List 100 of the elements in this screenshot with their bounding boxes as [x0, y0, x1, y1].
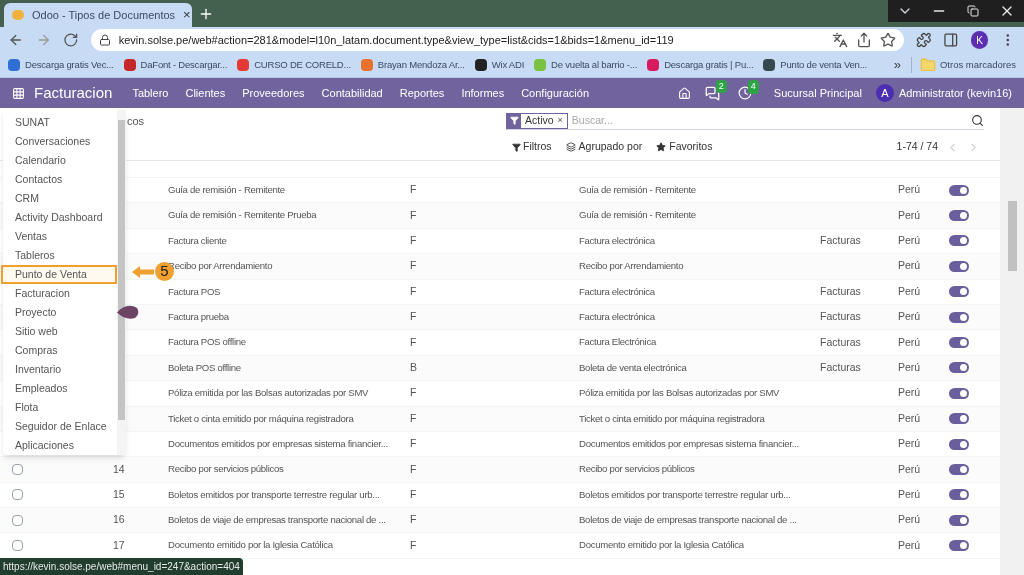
active-toggle[interactable] [949, 210, 969, 222]
app-menu-item[interactable]: Punto de Venta [1, 265, 117, 285]
filters-button[interactable]: Filtros [512, 139, 552, 155]
row-checkbox[interactable] [12, 464, 23, 475]
share-icon[interactable] [855, 32, 872, 48]
row-checkbox[interactable] [12, 540, 23, 552]
apps-menu-icon[interactable] [12, 86, 25, 100]
bookmark-star-icon[interactable] [879, 32, 896, 48]
table-cell: Perú [898, 234, 921, 247]
row-checkbox[interactable] [12, 489, 23, 501]
bookmark[interactable]: Descarga gratis | Pu... [647, 57, 754, 73]
dropdown-scrollbar[interactable] [117, 110, 126, 455]
table-cell: F [410, 310, 417, 323]
active-toggle[interactable] [949, 540, 969, 552]
bookmark[interactable]: De vuelta al barrio -... [534, 57, 638, 73]
app-menu-item[interactable]: Proyecto [3, 303, 117, 323]
search-field[interactable]: Activo × Buscar... [506, 112, 984, 130]
restore-icon[interactable] [967, 5, 979, 17]
reload-icon[interactable] [63, 32, 79, 48]
user-menu[interactable]: Administrator (kevin16) [898, 84, 1012, 102]
group-by-button[interactable]: Agrupado por [565, 139, 643, 155]
bookmark[interactable]: Brayan Mendoza Ar... [360, 57, 465, 73]
table-cell: Perú [898, 183, 921, 196]
navbar-menu-item[interactable]: Proveedores [242, 84, 305, 102]
browser-tab[interactable]: Odoo - Tipos de Documentos × [4, 3, 192, 27]
other-bookmarks-link[interactable]: Otros marcadores [939, 57, 1016, 73]
search-input[interactable]: Buscar... [571, 112, 967, 129]
table-cell: Boleta de venta electrónica [579, 361, 687, 373]
back-icon[interactable] [8, 32, 24, 48]
navbar-menu-item[interactable]: Tablero [132, 84, 169, 102]
app-menu-item[interactable]: Activity Dashboard [3, 208, 117, 227]
activities-icon[interactable] [737, 86, 752, 100]
active-toggle[interactable] [949, 286, 969, 298]
active-toggle[interactable] [949, 362, 969, 374]
table-cell: Perú [898, 437, 921, 450]
app-menu-item[interactable]: Inventario [3, 360, 117, 380]
bookmark[interactable]: Punto de venta Ven... [763, 57, 867, 73]
lock-icon [98, 34, 111, 46]
active-toggle[interactable] [949, 413, 969, 425]
app-menu-item[interactable]: Aplicaciones [3, 436, 117, 456]
row-checkbox[interactable] [12, 514, 23, 526]
table-cell: F [410, 462, 417, 475]
home-icon[interactable] [677, 86, 691, 100]
app-menu-item[interactable]: Calendario [3, 151, 117, 170]
search-icon[interactable] [971, 114, 984, 127]
table-cell: Boletos de viaje de empresas transporte nacional de ... [168, 514, 386, 526]
table-cell: Facturas [820, 284, 861, 297]
bookmark[interactable]: Descarga gratis Vec... [8, 57, 114, 73]
new-tab-icon[interactable] [198, 6, 214, 22]
bookmark[interactable]: DaFont - Descargar... [123, 57, 228, 73]
facet-remove-button[interactable]: × [557, 113, 567, 128]
extensions-icon[interactable] [915, 32, 932, 48]
app-menu-item[interactable]: Empleados [3, 379, 117, 399]
breadcrumb[interactable]: cos [127, 112, 506, 130]
app-menu-item[interactable]: Facturacion [3, 284, 117, 304]
active-toggle[interactable] [949, 489, 969, 501]
active-toggle[interactable] [949, 260, 969, 272]
company-switcher[interactable]: Sucursal Principal [773, 84, 862, 102]
table-cell: Perú [898, 284, 921, 297]
address-bar[interactable]: kevin.solse.pe/web#action=281&model=l10n_latam.document.type&view_type=list&cids=1&bids=1&menu_id=119 [90, 29, 904, 51]
table-cell: Guía de remisión - Remitente [579, 209, 696, 221]
table-row[interactable]: 16 Boletos de viaje de empresas transporte nacional de ... F Boletos de viaje de empresas transporte nacional de ... Perú [0, 508, 1000, 534]
profile-avatar[interactable]: K [970, 31, 989, 49]
bookmark[interactable]: CURSO DE CORELD... [237, 57, 351, 73]
active-toggle[interactable] [949, 464, 969, 475]
active-toggle[interactable] [949, 235, 969, 247]
url-text: kevin.solse.pe/web#action=281&model=l10n_latam.document.type&view_type=list&cids=1&bids=1&menu_id=119 [118, 32, 675, 48]
app-menu-item[interactable]: Conversaciones [3, 132, 117, 151]
navbar-menu-item[interactable]: Contabilidad [321, 84, 383, 102]
table-cell: Ticket o cinta emitido por máquina registradora [579, 412, 765, 424]
pager-value[interactable]: 1-74 / 74 [896, 139, 938, 155]
navbar-menu-item[interactable]: Reportes [399, 84, 445, 102]
table-cell: Perú [898, 259, 921, 272]
page-scrollbar[interactable] [1000, 108, 1024, 575]
translate-icon[interactable] [831, 32, 848, 48]
app-menu-item[interactable]: Ventas [3, 227, 117, 246]
active-toggle[interactable] [949, 184, 969, 196]
favorites-button[interactable]: Favoritos [656, 139, 713, 155]
side-panel-icon[interactable] [943, 32, 959, 48]
active-toggle[interactable] [949, 311, 969, 323]
app-title: Facturacion [34, 82, 113, 103]
active-toggle[interactable] [949, 387, 969, 399]
navbar-menu-item[interactable]: Informes [461, 84, 505, 102]
user-avatar[interactable]: A [875, 84, 894, 102]
active-toggle[interactable] [949, 337, 969, 349]
navbar-menu-item[interactable]: Configuración [521, 84, 590, 102]
active-toggle[interactable] [949, 514, 969, 526]
table-row[interactable]: 14 Recibo por servicios públicos F Recibo por servicios públicos Perú [0, 457, 1000, 483]
messages-icon[interactable] [704, 85, 720, 101]
bookmark[interactable]: Wix ADI [474, 57, 525, 73]
table-cell: Documento emitido por la Iglesia Católica [579, 539, 744, 551]
table-cell: 17 [113, 538, 125, 551]
tab-title: Odoo - Tipos de Documentos [32, 7, 176, 23]
app-menu-item[interactable]: SUNAT [3, 113, 117, 132]
navbar-menu-item[interactable]: Clientes [185, 84, 226, 102]
tab-close-button[interactable]: × [183, 5, 191, 25]
active-toggle[interactable] [949, 438, 969, 450]
table-cell: Boleta POS offline [168, 361, 241, 373]
more-bookmarks-button[interactable]: » [893, 55, 901, 75]
table-cell: F [410, 234, 417, 247]
